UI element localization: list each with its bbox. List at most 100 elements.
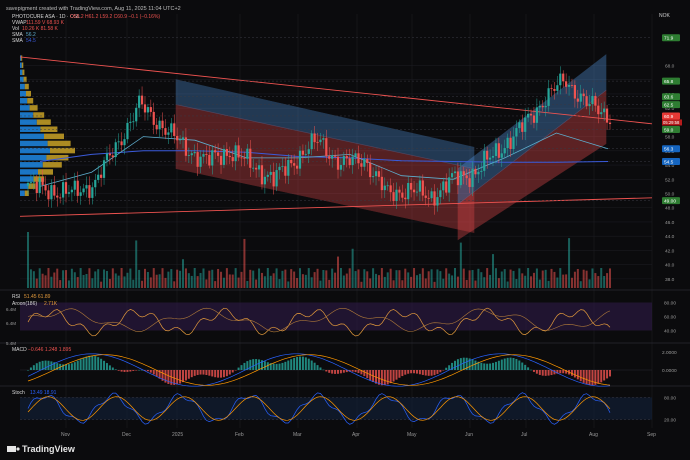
candle-body: [105, 153, 109, 161]
candle-body: [450, 173, 454, 178]
candle-body: [550, 88, 553, 90]
candle-body: [149, 107, 152, 112]
macd-label[interactable]: MACD: [12, 347, 27, 353]
volume-bar: [337, 256, 340, 288]
volume-bar: [418, 273, 421, 288]
candle-body: [377, 171, 381, 177]
candle-body: [56, 195, 59, 198]
volume-bar: [576, 269, 579, 288]
profile-bar-gold: [44, 133, 64, 140]
candle-body: [67, 192, 71, 194]
candle-body: [219, 155, 223, 165]
candle-body: [389, 185, 392, 193]
macd-hist-bar: [448, 365, 451, 370]
candle-body: [515, 128, 518, 137]
volume-bar: [512, 270, 515, 288]
macd-hist-bar: [249, 359, 252, 370]
candle-body: [588, 104, 591, 107]
volume-bar: [538, 279, 541, 288]
volume-bar: [477, 268, 480, 288]
macd-hist-bar: [427, 370, 430, 376]
macd-hist-bar: [389, 370, 392, 384]
macd-hist-bar: [503, 358, 506, 370]
volume-bar: [442, 278, 445, 288]
price-tick-15: 38.0: [665, 277, 675, 283]
volume-bar: [348, 268, 351, 288]
volume-bar: [129, 268, 132, 288]
candle-body: [190, 153, 193, 156]
macd-hist-bar: [339, 370, 342, 374]
volume-bar: [380, 268, 383, 288]
volume-bar: [258, 268, 261, 288]
volume-bar: [372, 268, 375, 288]
macd-hist-bar: [334, 370, 337, 374]
macd-hist-bar: [70, 363, 73, 370]
volume-bar: [483, 277, 486, 288]
macd-hist-bar: [404, 370, 407, 375]
volume-bar: [456, 276, 459, 288]
volume-bar: [468, 270, 471, 288]
volume-bar: [246, 280, 249, 288]
macd-hist-bar: [94, 356, 97, 370]
candle-body: [392, 192, 395, 201]
candle-body: [140, 95, 144, 105]
macd-hist-bar: [258, 359, 261, 370]
candle-body: [164, 128, 167, 135]
candle-body: [88, 185, 91, 198]
candle-body: [97, 174, 100, 180]
trading-chart[interactable]: 68.066.064.062.060.058.056.054.052.050.0…: [0, 0, 690, 460]
candle-body: [135, 107, 138, 122]
price-tick-10: 48.0: [665, 206, 675, 212]
time-label-Jul: Jul: [521, 432, 527, 438]
candle-body: [117, 141, 120, 143]
macd-hist-bar: [521, 362, 524, 370]
macd-hist-bar: [600, 370, 603, 383]
macd-hist-bar: [413, 370, 416, 374]
candle-body: [316, 142, 319, 143]
stoch-label[interactable]: Stoch: [12, 390, 25, 396]
volume-bar: [342, 275, 345, 288]
macd-hist-bar: [573, 370, 576, 378]
volume-bar: [111, 268, 114, 288]
macd-hist-bar: [50, 361, 53, 370]
candle-body: [246, 148, 249, 159]
volume-bar: [88, 268, 91, 288]
candle-body: [108, 153, 111, 156]
volume-bar: [445, 268, 448, 288]
profile-bar-blue: [20, 105, 30, 111]
volume-bar: [556, 277, 559, 288]
rsi-left-tick-1: 6.4M: [6, 307, 16, 312]
volume-bar: [465, 279, 468, 288]
volume-bar: [196, 276, 199, 288]
rsi-label[interactable]: RSI: [12, 294, 20, 300]
volume-bar: [208, 270, 211, 288]
stoch-legend: Stoch 13.49 18.91: [12, 390, 57, 396]
level-tag-text-tag_62: 62.5: [664, 102, 674, 108]
volume-bar: [138, 269, 141, 288]
profile-bar-blue: [20, 55, 22, 61]
volume-bar: [249, 269, 252, 288]
volume-bar: [471, 270, 474, 288]
volume-bar: [135, 240, 138, 288]
candle-body: [196, 152, 199, 167]
macd-hist-bar: [44, 360, 47, 370]
macd-hist-bar: [433, 370, 436, 376]
volume-bar: [410, 276, 413, 288]
candle-body: [336, 156, 340, 170]
volume-bar: [594, 273, 597, 288]
macd-tick-1: 0.0000: [662, 368, 677, 374]
level-tag-text-tag_56: 56.3: [664, 146, 674, 152]
volume-bar: [27, 232, 29, 288]
macd-hist-bar: [187, 370, 190, 379]
volume-bar: [123, 276, 126, 288]
candle-body: [155, 124, 158, 130]
profile-bar-blue: [20, 90, 26, 97]
candle-body: [456, 171, 460, 186]
candle-body: [386, 185, 389, 187]
candle-body: [158, 120, 161, 130]
macd-hist-bar: [38, 361, 41, 370]
volume-bar: [433, 281, 436, 288]
volume-bar: [50, 276, 53, 288]
macd-hist-bar: [386, 370, 389, 385]
sma2-label[interactable]: SMA: [12, 38, 24, 44]
